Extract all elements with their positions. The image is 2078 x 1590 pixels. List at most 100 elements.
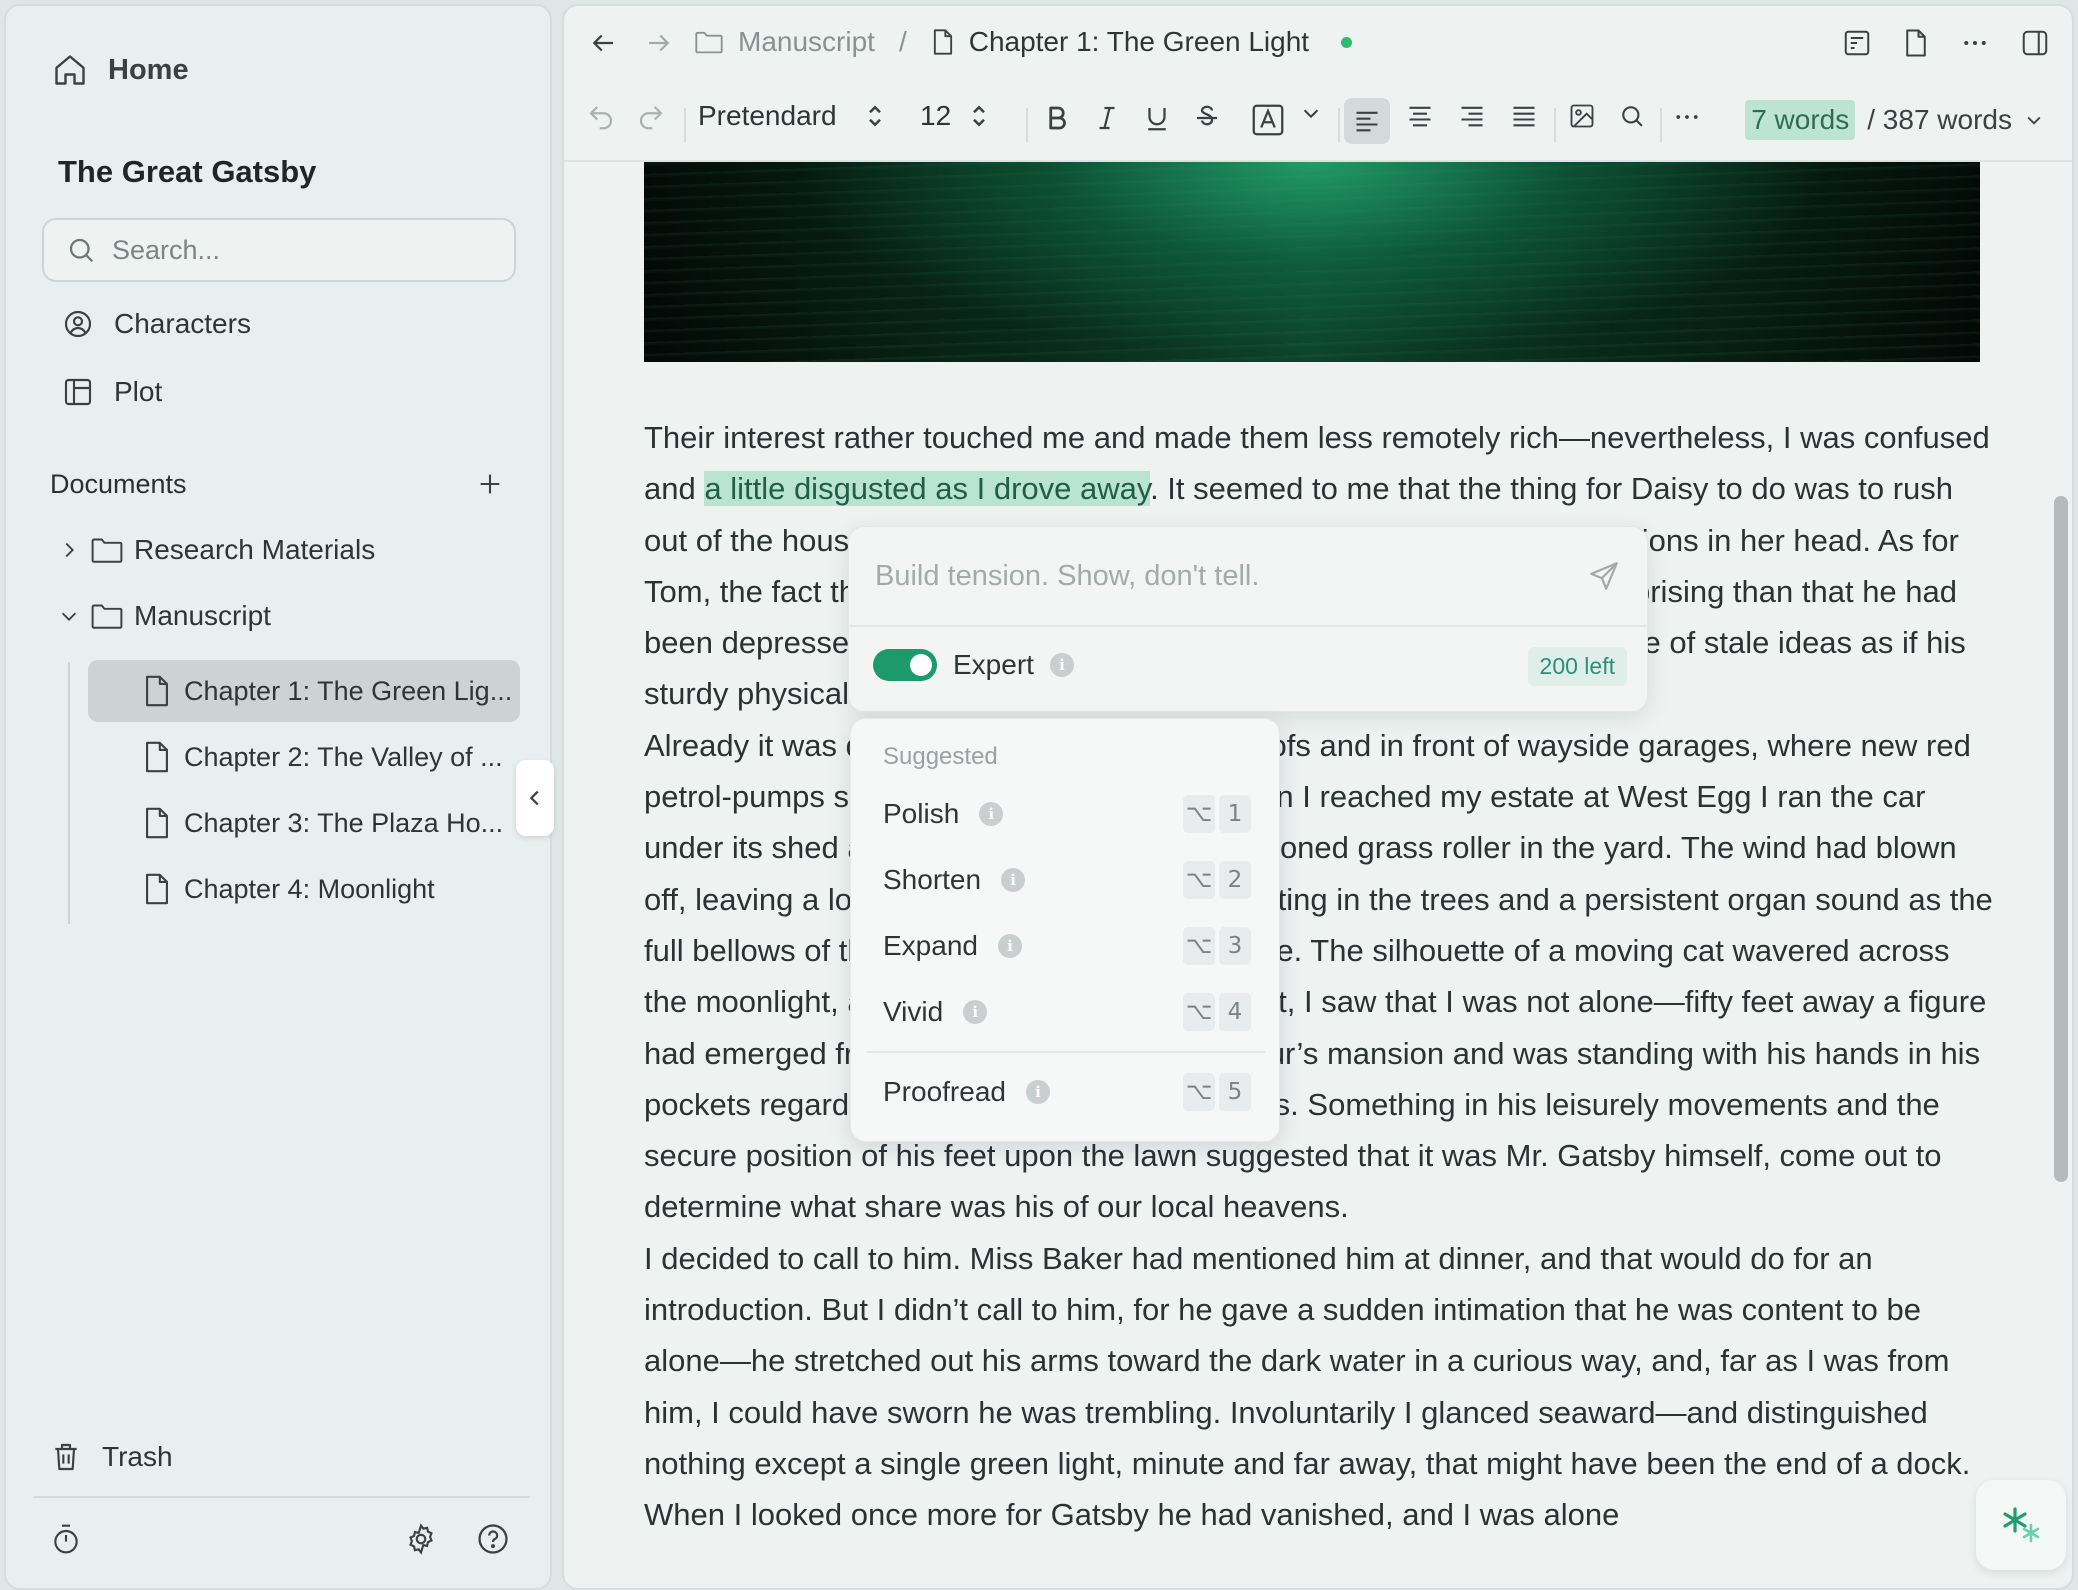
more-horizontal-icon[interactable] <box>1672 102 1702 132</box>
align-center-icon[interactable] <box>1406 102 1434 130</box>
folder-manuscript[interactable]: Manuscript <box>58 600 271 632</box>
breadcrumb: Manuscript / Chapter 1: The Green Light <box>694 26 1353 58</box>
suggestion-polish[interactable]: Polish i ⌥ 1 <box>883 789 1251 839</box>
send-icon[interactable] <box>1587 559 1621 593</box>
expert-toggle[interactable] <box>873 649 937 681</box>
tree-guide-line <box>68 662 70 924</box>
italic-icon[interactable] <box>1092 102 1122 134</box>
suggestion-vivid[interactable]: Vivid i ⌥ 4 <box>883 987 1251 1037</box>
number-key: 5 <box>1219 1073 1251 1111</box>
search-box[interactable] <box>42 218 516 282</box>
collapse-sidebar-button[interactable] <box>516 760 554 836</box>
folder-manuscript-label: Manuscript <box>134 600 271 631</box>
folder-research-label: Research Materials <box>134 534 376 565</box>
search-input[interactable] <box>112 234 492 266</box>
align-justify-icon[interactable] <box>1510 102 1538 130</box>
trash-link[interactable]: Trash <box>50 1440 173 1474</box>
chapter-item-1[interactable]: Chapter 1: The Green Lig... <box>88 660 520 722</box>
suggestion-expand[interactable]: Expand i ⌥ 3 <box>883 921 1251 971</box>
nav-characters[interactable]: Characters <box>62 308 251 340</box>
add-document-button[interactable] <box>470 464 510 504</box>
suggestion-label: Vivid <box>883 996 944 1027</box>
home-link[interactable]: Home <box>52 52 189 88</box>
info-icon[interactable]: i <box>1025 1080 1050 1104</box>
gear-icon[interactable] <box>404 1522 438 1556</box>
align-right-icon[interactable] <box>1458 102 1486 130</box>
selected-text-highlight[interactable]: a little disgusted as I drove away <box>704 471 1151 507</box>
total-word-count: / 387 words <box>1867 104 2012 135</box>
toolbar-separator <box>684 108 686 142</box>
option-key: ⌥ <box>1183 795 1215 833</box>
formatting-toolbar: Pretendard 12 7 words / 387 words <box>564 82 2072 162</box>
trash-label: Trash <box>102 1441 173 1472</box>
breadcrumb-separator: / <box>898 26 907 57</box>
keyboard-shortcut: ⌥ 5 <box>1183 1073 1251 1111</box>
menu-divider <box>867 1051 1265 1053</box>
suggestion-proofread[interactable]: Proofread i ⌥ 5 <box>883 1067 1251 1117</box>
strikethrough-icon[interactable] <box>1192 102 1222 134</box>
document-icon <box>142 806 172 840</box>
info-icon[interactable]: i <box>997 934 1022 958</box>
selected-word-count: 7 words <box>1745 100 1856 140</box>
info-icon[interactable]: i <box>979 802 1004 826</box>
info-icon[interactable]: i <box>1001 868 1026 892</box>
info-icon[interactable]: i <box>963 1000 988 1024</box>
forward-arrow-icon[interactable] <box>644 28 674 58</box>
redo-icon[interactable] <box>636 102 666 132</box>
folder-research-materials[interactable]: Research Materials <box>58 534 375 566</box>
suggestion-label: Polish <box>883 798 960 829</box>
undo-icon[interactable] <box>586 102 616 132</box>
help-icon[interactable] <box>476 1522 510 1556</box>
paragraph[interactable]: Already it was deep summer on roadhouse … <box>644 720 1994 1233</box>
underline-icon[interactable] <box>1142 102 1172 134</box>
paragraph[interactable]: I decided to call to him. Miss Baker had… <box>644 1233 1994 1541</box>
document-icon <box>142 872 172 906</box>
suggestion-shorten[interactable]: Shorten i ⌥ 2 <box>883 855 1251 905</box>
chevron-right-icon[interactable] <box>58 539 80 561</box>
editor-pane: Manuscript / Chapter 1: The Green Light <box>562 4 2074 1590</box>
document-area[interactable]: Their interest rather touched me and mad… <box>564 162 2072 1588</box>
suggestion-label: Proofread <box>883 1076 1006 1107</box>
text-color-icon[interactable] <box>1250 102 1286 138</box>
ai-assistant-button[interactable] <box>1976 1480 2066 1570</box>
breadcrumb-document: Chapter 1: The Green Light <box>968 26 1310 57</box>
sidebar-divider <box>34 1496 530 1498</box>
page-icon[interactable] <box>1902 28 1930 58</box>
breadcrumb-folder[interactable]: Manuscript <box>738 26 875 58</box>
image-icon[interactable] <box>1568 102 1596 130</box>
more-horizontal-icon[interactable] <box>1960 28 1990 58</box>
back-arrow-icon[interactable] <box>588 28 618 58</box>
keyboard-shortcut: ⌥ 2 <box>1183 861 1251 899</box>
word-count[interactable]: 7 words / 387 words <box>1745 100 2044 140</box>
font-size-select[interactable]: 12 <box>920 100 989 132</box>
home-icon <box>52 52 88 88</box>
folder-icon <box>694 29 724 55</box>
align-left-icon[interactable] <box>1344 98 1390 144</box>
trash-icon <box>50 1440 82 1474</box>
info-icon[interactable]: i <box>1049 653 1074 677</box>
chapter-item-3[interactable]: Chapter 3: The Plaza Ho... <box>88 792 520 854</box>
chevron-down-icon[interactable] <box>1300 102 1322 124</box>
keyboard-shortcut: ⌥ 3 <box>1183 927 1251 965</box>
toolbar-separator <box>1338 108 1340 142</box>
option-key: ⌥ <box>1183 861 1215 899</box>
nav-characters-label: Characters <box>114 308 251 339</box>
timer-icon[interactable] <box>50 1522 82 1556</box>
toggle-panel-icon[interactable] <box>2020 28 2050 58</box>
nav-plot[interactable]: Plot <box>62 376 162 408</box>
number-key: 1 <box>1219 795 1251 833</box>
suggestions-menu: Suggested Polish i ⌥ 1 Shorten i ⌥ 2 Exp… <box>850 718 1280 1142</box>
outline-icon[interactable] <box>1842 28 1872 58</box>
ai-prompt-input[interactable] <box>875 559 1587 593</box>
chapter-item-4[interactable]: Chapter 4: Moonlight <box>88 858 520 920</box>
vertical-scrollbar[interactable] <box>2054 496 2068 1182</box>
chapter-item-2[interactable]: Chapter 2: The Valley of ... <box>88 726 520 788</box>
search-icon[interactable] <box>1618 102 1646 130</box>
bold-icon[interactable] <box>1042 102 1072 134</box>
chapter-label: Chapter 1: The Green Lig... <box>184 675 513 706</box>
ai-assist-panel: Expert i 200 left <box>848 526 1648 712</box>
chevron-down-icon[interactable] <box>58 605 80 627</box>
number-key: 4 <box>1219 993 1251 1031</box>
document-icon <box>142 674 172 708</box>
font-family-select[interactable]: Pretendard <box>698 100 885 132</box>
